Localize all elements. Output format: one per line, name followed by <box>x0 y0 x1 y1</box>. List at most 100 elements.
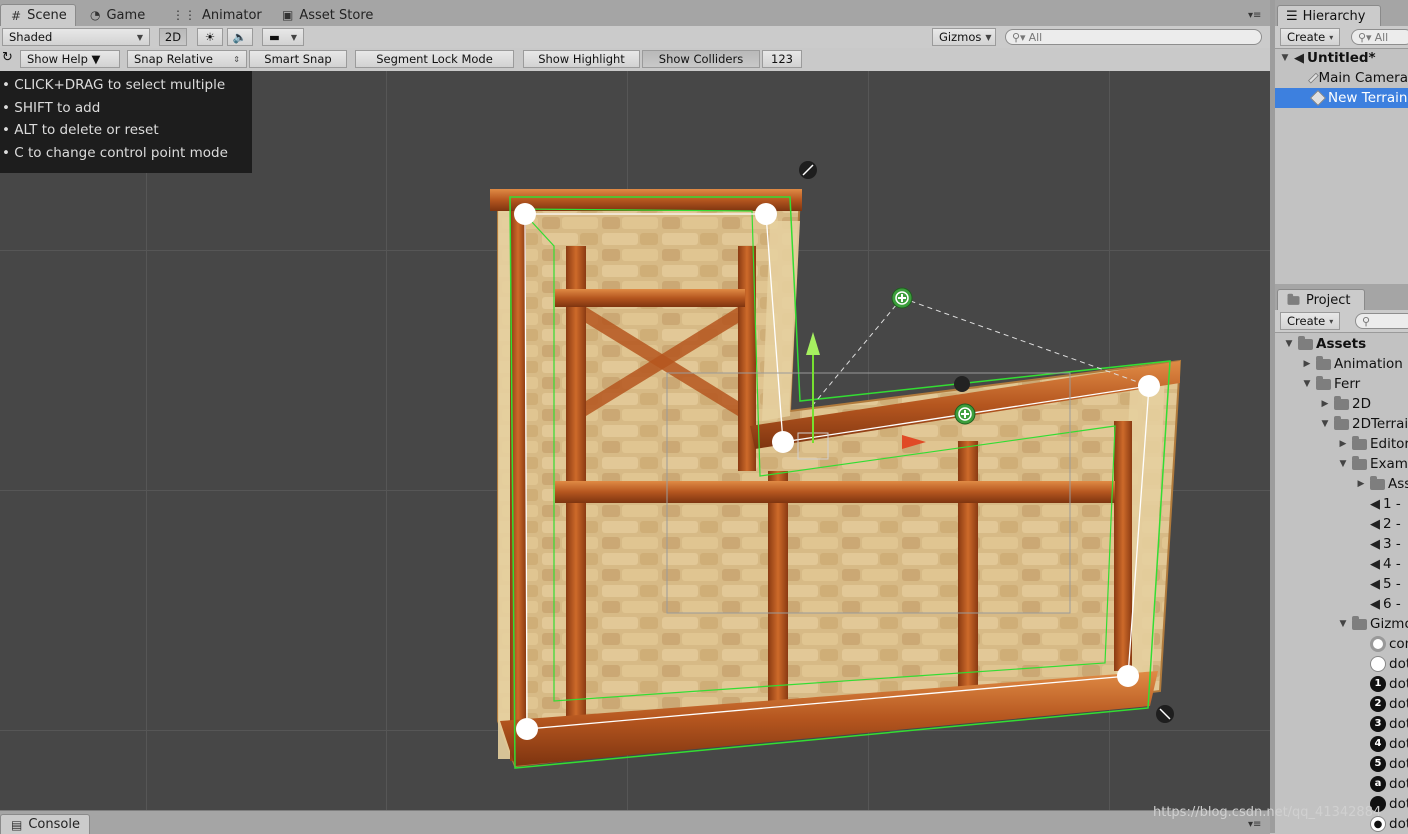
control-point[interactable] <box>772 431 794 453</box>
mode-2d-label: 2D <box>165 30 181 44</box>
count-toggle[interactable]: 123 <box>762 50 802 68</box>
hierarchy-item[interactable]: Main Camera <box>1311 68 1408 88</box>
control-point[interactable] <box>516 718 538 740</box>
smart-snap-label: Smart Snap <box>264 52 331 66</box>
project-tree-item[interactable]: 2dot <box>1355 694 1408 714</box>
triangle-right-icon[interactable]: ▶ <box>1337 439 1349 449</box>
project-tree-item[interactable]: ▼Assets <box>1283 334 1366 354</box>
project-tree-item[interactable]: adot <box>1355 774 1408 794</box>
project-tree-item[interactable]: ◀1 - <box>1355 494 1401 514</box>
project-tree-label: Examples <box>1370 456 1408 472</box>
show-highlight-toggle[interactable]: Show Highlight <box>523 50 640 68</box>
chevron-down-icon: ▾ <box>1325 317 1333 326</box>
project-tree-label: 1 - <box>1383 496 1401 512</box>
panel-menu-icon[interactable]: ▾≡ <box>1248 819 1261 830</box>
triangle-down-icon[interactable]: ▼ <box>1319 419 1331 429</box>
project-tree-item[interactable]: ▼ Gizmos <box>1337 614 1408 634</box>
control-point[interactable] <box>1138 375 1160 397</box>
add-point-icon[interactable] <box>892 288 912 308</box>
tab-scene[interactable]: # Scene <box>0 4 76 26</box>
show-colliders-toggle[interactable]: Show Colliders <box>642 50 760 68</box>
refresh-icon[interactable]: ↻ <box>2 50 13 65</box>
watermark: https://blog.csdn.net/qq_41342884 <box>1153 805 1381 820</box>
add-point-icon[interactable] <box>955 404 975 424</box>
triangle-down-icon[interactable]: ▼ <box>1283 339 1295 349</box>
audio-toggle[interactable]: 🔈 <box>227 28 253 46</box>
project-tree-label: 6 - <box>1383 596 1401 612</box>
triangle-down-icon[interactable]: ▼ <box>1337 619 1349 629</box>
project-toolbar: Create▾ ⚲ <box>1275 310 1408 333</box>
project-tree-item[interactable]: ▶Animation <box>1301 354 1403 374</box>
project-tree-item[interactable]: ▼ Examples <box>1337 454 1408 474</box>
help-line: • ALT to delete or reset <box>0 122 252 145</box>
panel-menu-icon[interactable]: ▾≡ <box>1248 10 1261 21</box>
triangle-down-icon[interactable]: ▼ <box>1337 459 1349 469</box>
segment-lock-toggle[interactable]: Segment Lock Mode <box>355 50 514 68</box>
snap-relative-dropdown[interactable]: Snap Relative⇕ <box>127 50 247 68</box>
triangle-down-icon[interactable]: ▼ <box>1301 379 1313 389</box>
project-tree-item[interactable]: 4dot <box>1355 734 1408 754</box>
tab-console-label: Console <box>28 817 80 832</box>
hierarchy-item-selected[interactable]: New Terrain <box>1275 88 1408 108</box>
project-tree-item[interactable]: con <box>1355 634 1408 654</box>
tab-animator[interactable]: ⋮⋮ Animator <box>162 4 270 26</box>
move-gizmo-y-arrow[interactable] <box>806 332 820 355</box>
tab-console[interactable]: ▤ Console <box>0 814 90 834</box>
project-create-button[interactable]: Create▾ <box>1280 312 1340 330</box>
project-tree-item[interactable]: ▶Assets <box>1355 474 1408 494</box>
project-tree-label: Editor <box>1370 436 1408 452</box>
project-tree-label: dot <box>1389 796 1408 812</box>
lighting-toggle[interactable]: ☀ <box>197 28 223 46</box>
tab-game[interactable]: ◔ Game <box>80 4 162 26</box>
shading-dropdown[interactable]: Shaded▼ <box>2 28 150 46</box>
triangle-right-icon[interactable]: ▶ <box>1355 479 1367 489</box>
project-tree-label: 4 - <box>1383 556 1401 572</box>
control-point[interactable] <box>1117 665 1139 687</box>
folder-icon <box>1352 439 1367 450</box>
terrain-canvas[interactable] <box>0 71 1270 810</box>
folder-icon <box>1288 296 1300 305</box>
scene-viewport[interactable]: • CLICK+DRAG to select multiple • SHIFT … <box>0 71 1270 810</box>
smart-snap-toggle[interactable]: Smart Snap <box>249 50 347 68</box>
control-point[interactable] <box>514 203 536 225</box>
hierarchy-search-input[interactable]: ⚲▾ All <box>1351 29 1408 45</box>
tab-hierarchy[interactable]: ☰ Hierarchy <box>1277 5 1381 26</box>
tab-project[interactable]: Project <box>1277 289 1365 310</box>
triangle-right-icon[interactable]: ▶ <box>1319 399 1331 409</box>
project-tree-item[interactable]: ◀6 - <box>1355 594 1401 614</box>
scene-root-row[interactable]: ▼ ◀ Untitled* <box>1279 48 1408 68</box>
project-tree-item[interactable]: 3dot <box>1355 714 1408 734</box>
triangle-down-icon[interactable]: ▼ <box>1279 53 1291 63</box>
animator-icon: ⋮⋮ <box>172 8 196 22</box>
gizmos-dropdown[interactable]: Gizmos▼ <box>932 28 996 46</box>
hierarchy-create-button[interactable]: Create▾ <box>1280 28 1340 46</box>
scale-handle-icon[interactable] <box>1156 705 1174 723</box>
project-tree-item[interactable]: 5dot <box>1355 754 1408 774</box>
project-tree-item[interactable]: ▼Ferr <box>1301 374 1360 394</box>
project-tree-item[interactable]: ◀3 - <box>1355 534 1401 554</box>
project-tree-item[interactable]: ◀5 - <box>1355 574 1401 594</box>
tab-asset-store[interactable]: ▣ Asset Store <box>272 4 392 26</box>
triangle-right-icon[interactable]: ▶ <box>1301 359 1313 369</box>
tangent-handle[interactable] <box>954 376 970 392</box>
project-tree-item[interactable]: ▶ Editor <box>1337 434 1408 454</box>
project-tree-label: Gizmos <box>1370 616 1408 632</box>
sun-icon: ☀ <box>205 30 215 44</box>
scene-search-input[interactable]: ⚲▾ All <box>1005 29 1262 45</box>
project-tree-item[interactable]: dot <box>1355 654 1408 674</box>
project-tree-item[interactable]: 1dot <box>1355 674 1408 694</box>
project-tree-item[interactable]: ◀2 - <box>1355 514 1401 534</box>
scale-handle-icon[interactable] <box>799 161 817 179</box>
project-tree-item[interactable]: ◀4 - <box>1355 554 1401 574</box>
help-overlay: • CLICK+DRAG to select multiple • SHIFT … <box>0 71 252 173</box>
project-tree-item[interactable]: ▼2DTerrain <box>1319 414 1408 434</box>
control-point[interactable] <box>755 203 777 225</box>
project-tree-item[interactable]: ▶2D <box>1319 394 1371 414</box>
project-tree-label: 2 - <box>1383 516 1401 532</box>
effects-dropdown[interactable]: ▬▼ <box>262 28 304 46</box>
mode-2d-toggle[interactable]: 2D <box>159 28 187 46</box>
unity-scene-icon: ◀ <box>1370 537 1380 552</box>
show-help-button[interactable]: Show Help ▼ <box>20 50 120 68</box>
shading-label: Shaded <box>9 30 52 44</box>
project-search-input[interactable]: ⚲ <box>1355 313 1408 329</box>
